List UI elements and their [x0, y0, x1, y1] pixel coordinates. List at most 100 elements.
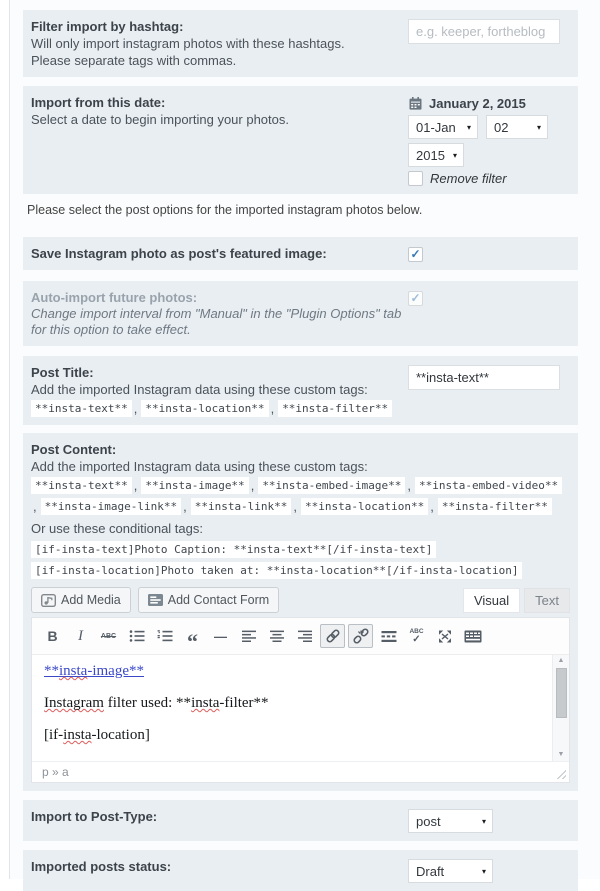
- custom-tag: **insta-image**: [141, 477, 249, 494]
- add-contact-form-button[interactable]: Add Contact Form: [137, 587, 280, 613]
- chevron-down-icon: ▾: [481, 866, 486, 876]
- custom-tag: **insta-link**: [190, 498, 292, 515]
- spellcheck-icon[interactable]: ABC ✓: [404, 624, 429, 648]
- day-select[interactable]: 02 ▾: [486, 115, 548, 139]
- section-auto-import: Auto-import future photos: Change import…: [23, 281, 578, 346]
- tab-visual[interactable]: Visual: [462, 588, 521, 613]
- post-type-label: Import to Post-Type:: [31, 809, 158, 824]
- align-left-icon[interactable]: [236, 624, 261, 648]
- section-post-title: Post Title: Add the imported Instagram d…: [23, 356, 578, 425]
- section-featured-image: Save Instagram photo as post's featured …: [23, 237, 578, 270]
- more-tag-icon[interactable]: [376, 624, 401, 648]
- post-type-value: post: [416, 813, 441, 829]
- bullet-list-icon[interactable]: [124, 624, 149, 648]
- auto-import-note-line1: Change import interval from "Manual" in …: [31, 306, 402, 321]
- custom-tag: **insta-text**: [31, 400, 132, 417]
- fullscreen-icon[interactable]: [432, 624, 457, 648]
- contact-form-icon: [147, 594, 163, 606]
- calendar-icon: [408, 96, 423, 111]
- section-post-content: Post Content: Add the imported Instagram…: [23, 433, 578, 791]
- custom-tag: **insta-location**: [301, 498, 429, 515]
- link-icon[interactable]: [320, 624, 345, 648]
- scroll-up-icon[interactable]: ▲: [558, 655, 565, 667]
- section-hashtag-filter: Filter import by hashtag: Will only impo…: [23, 10, 578, 77]
- section-post-status: Imported posts status: Draft ▾: [23, 850, 578, 891]
- hashtag-desc-line1: Will only import instagram photos with t…: [31, 36, 345, 51]
- remove-filter-checkbox[interactable]: [408, 171, 423, 186]
- numbered-list-icon[interactable]: [152, 624, 177, 648]
- conditional-tag: [if-insta-text]Photo Caption: **insta-te…: [31, 541, 437, 558]
- editor-document[interactable]: **insta-image** Instagram filter used: *…: [32, 655, 552, 761]
- section-post-type: Import to Post-Type: post ▾: [23, 800, 578, 841]
- italic-icon[interactable]: I: [68, 624, 93, 648]
- scrollbar-thumb[interactable]: [555, 668, 567, 718]
- post-content-label: Post Content:: [31, 442, 117, 457]
- custom-tag: **insta-filter**: [437, 498, 552, 515]
- editor-resize-handle[interactable]: [554, 767, 566, 779]
- post-title-desc: Add the imported Instagram data using th…: [31, 382, 368, 397]
- month-select-value: 01-Jan: [416, 119, 456, 135]
- editor-content-area[interactable]: **insta-image** Instagram filter used: *…: [32, 655, 569, 761]
- day-select-value: 02: [494, 119, 509, 135]
- kitchen-sink-icon[interactable]: [460, 624, 485, 648]
- date-desc: Select a date to begin importing your ph…: [31, 112, 289, 127]
- post-title-label: Post Title:: [31, 365, 94, 380]
- insta-image-link[interactable]: **insta-image**: [44, 663, 144, 679]
- tab-text[interactable]: Text: [524, 588, 570, 613]
- editor-scrollbar[interactable]: ▲ ▼: [552, 655, 569, 761]
- post-type-select[interactable]: post ▾: [408, 809, 493, 833]
- chevron-down-icon: ▾: [536, 122, 541, 132]
- year-select[interactable]: 2015 ▾: [408, 143, 464, 167]
- custom-tag: **insta-filter**: [278, 400, 393, 417]
- hashtag-title: Filter import by hashtag:: [31, 19, 184, 34]
- auto-import-title: Auto-import future photos:: [31, 290, 198, 305]
- scroll-down-icon[interactable]: ▼: [558, 749, 565, 761]
- unlink-icon[interactable]: [348, 624, 373, 648]
- auto-import-note-line2: for this option to take effect.: [31, 322, 191, 337]
- featured-image-title: Save Instagram photo as post's featured …: [31, 246, 327, 261]
- align-center-icon[interactable]: [264, 624, 289, 648]
- element-path: p » a: [42, 765, 69, 779]
- auto-import-checkbox: ✓: [408, 290, 423, 306]
- conditional-tag: [if-insta-location]Photo taken at: **ins…: [31, 562, 523, 579]
- post-content-custom-tags: **insta-text**, **insta-image**, **insta…: [31, 477, 570, 515]
- custom-tag: **insta-embed-video**: [415, 477, 563, 494]
- conditional-tags-label: Or use these conditional tags:: [31, 521, 203, 536]
- custom-tag: **insta-embed-image**: [258, 477, 406, 494]
- chevron-down-icon: ▾: [452, 150, 457, 160]
- custom-tag: **insta-image-link**: [40, 498, 182, 515]
- selected-date-display: January 2, 2015: [429, 95, 526, 111]
- visual-editor: B I ABC “ — ABC ✓ **insta-image** Instag…: [31, 617, 570, 783]
- chevron-down-icon: ▾: [481, 816, 486, 826]
- chevron-down-icon: ▾: [466, 122, 471, 132]
- media-icon: [41, 593, 56, 607]
- bold-icon[interactable]: B: [40, 624, 65, 648]
- plugin-settings-form: Filter import by hashtag: Will only impo…: [23, 0, 578, 891]
- strikethrough-icon[interactable]: ABC: [96, 624, 121, 648]
- editor-toolbar: B I ABC “ — ABC ✓: [32, 618, 569, 655]
- horizontal-rule-icon[interactable]: —: [208, 624, 233, 648]
- editor-paragraph: **insta-image**: [44, 662, 540, 681]
- blockquote-icon[interactable]: “: [180, 624, 205, 653]
- custom-tag: **insta-location**: [141, 400, 269, 417]
- post-status-label: Imported posts status:: [31, 859, 172, 874]
- hashtag-desc-line2: Please separate tags with commas.: [31, 53, 237, 68]
- add-media-button[interactable]: Add Media: [31, 587, 131, 613]
- featured-image-checkbox[interactable]: ✓: [408, 246, 423, 262]
- month-select[interactable]: 01-Jan ▾: [408, 115, 478, 139]
- year-select-value: 2015: [416, 147, 445, 163]
- section-import-date: Import from this date: Select a date to …: [23, 86, 578, 194]
- add-contact-form-label: Add Contact Form: [167, 593, 270, 607]
- custom-tag: **insta-text**: [31, 477, 132, 494]
- editor-statusbar: p » a: [32, 761, 569, 782]
- align-right-icon[interactable]: [292, 624, 317, 648]
- date-title: Import from this date:: [31, 95, 166, 110]
- hashtag-input[interactable]: [408, 19, 560, 44]
- post-content-desc: Add the imported Instagram data using th…: [31, 459, 368, 474]
- post-options-intro: Please select the post options for the i…: [27, 203, 423, 217]
- post-title-input[interactable]: [408, 365, 560, 390]
- editor-paragraph: Instagram filter used: **insta-filter**: [44, 695, 269, 711]
- add-media-label: Add Media: [61, 593, 121, 607]
- post-status-value: Draft: [416, 863, 445, 879]
- post-status-select[interactable]: Draft ▾: [408, 859, 493, 883]
